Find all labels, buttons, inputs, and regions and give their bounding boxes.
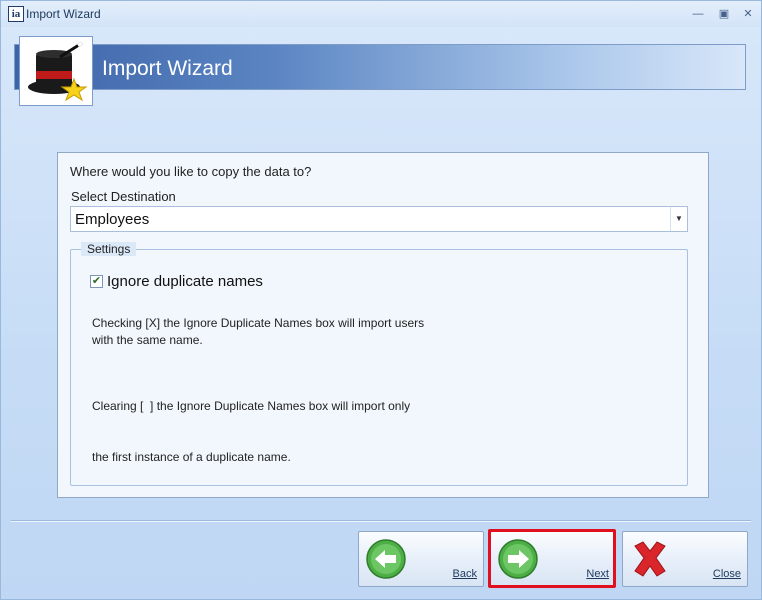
select-destination-label: Select Destination <box>71 189 176 204</box>
back-button[interactable]: Back <box>358 531 484 587</box>
description-cleared-line-2: the first instance of a duplicate name. <box>92 450 291 464</box>
title-bar[interactable]: ia Import Wizard — ▣ ✕ <box>1 1 761 27</box>
back-button-label: Back <box>452 568 477 580</box>
ignore-duplicates-label[interactable]: Ignore duplicate names <box>107 273 263 290</box>
description-cleared-line-1: Clearing [ ] the Ignore Duplicate Names … <box>92 399 411 413</box>
arrow-left-icon <box>366 539 406 579</box>
magic-top-hat-icon <box>19 36 93 106</box>
destination-select-value: Employees <box>75 211 150 228</box>
wizard-header-title: Import Wizard <box>102 57 233 80</box>
app-icon: ia <box>8 6 24 22</box>
description-cleared: Clearing [ ] the Ignore Duplicate Names … <box>92 364 492 500</box>
import-wizard-window: ia Import Wizard — ▣ ✕ Import Wizard Whe… <box>0 0 762 600</box>
description-checked-line-1: Checking [X] the Ignore Duplicate Names … <box>92 316 425 330</box>
footer-divider <box>11 520 751 522</box>
settings-legend: Settings <box>81 242 137 256</box>
description-checked: Checking [X] the Ignore Duplicate Names … <box>92 315 492 349</box>
close-window-icon[interactable]: ✕ <box>739 6 757 22</box>
minimize-icon[interactable]: — <box>689 6 707 22</box>
chevron-down-icon[interactable]: ▼ <box>670 207 687 231</box>
next-button-highlight <box>488 529 616 588</box>
close-x-icon <box>634 541 666 577</box>
description-checked-line-2: with the same name. <box>92 333 203 347</box>
ignore-duplicates-checkbox[interactable]: ✔ <box>90 275 103 288</box>
destination-select[interactable]: Employees ▼ <box>70 206 688 232</box>
close-button[interactable]: Close <box>622 531 748 587</box>
maximize-icon[interactable]: ▣ <box>715 6 733 22</box>
close-button-label: Close <box>712 568 741 580</box>
window-title: Import Wizard <box>26 7 101 21</box>
destination-question: Where would you like to copy the data to… <box>70 164 312 179</box>
